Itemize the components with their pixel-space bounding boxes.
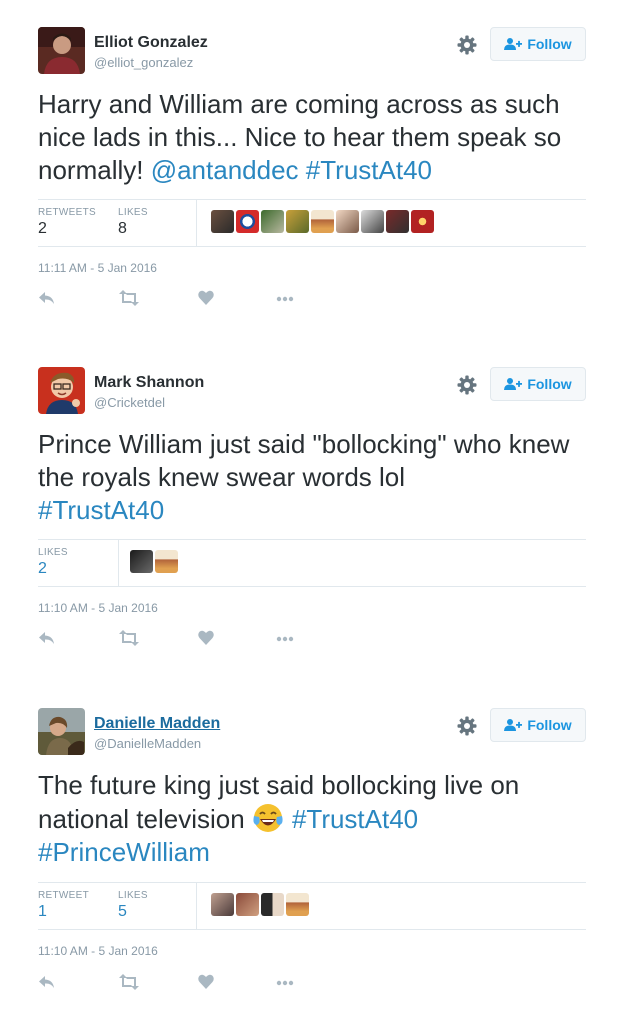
hashtag-link[interactable]: #TrustAt40 [38,495,164,525]
add-user-icon [504,719,523,731]
username[interactable]: @elliot_gonzalez [94,55,193,70]
display-name[interactable]: Mark Shannon [94,374,204,392]
gear-icon[interactable] [456,715,478,737]
heart-icon[interactable] [198,974,214,989]
retweet-icon[interactable] [118,630,140,646]
tweet-text: Prince William just said "bollocking" wh… [38,428,598,527]
liker-avatar[interactable] [261,893,284,916]
tweet-text: Harry and William are coming across as s… [38,88,598,187]
more-icon[interactable] [276,980,294,986]
tweet-text-body: Harry and William are coming across as s… [38,89,562,185]
username[interactable]: @DanielleMadden [94,736,201,751]
tweet-actions [38,974,318,994]
tweet-stats: LIKES 2 [38,539,586,587]
tweet-stats: RETWEETS 2 LIKES 8 [38,199,586,247]
divider [196,883,197,929]
liker-avatar[interactable] [261,210,284,233]
liker-avatar[interactable] [311,210,334,233]
reply-icon[interactable] [38,974,56,990]
timestamp[interactable]: 11:11 AM - 5 Jan 2016 [38,261,157,275]
follow-label: Follow [527,36,572,52]
liker-avatar[interactable] [130,550,153,573]
stat-value: 2 [38,560,47,577]
stat-label: LIKES [118,890,148,901]
avatar[interactable] [38,367,85,414]
avatar[interactable] [38,27,85,74]
liker-avatar[interactable] [336,210,359,233]
liker-avatar[interactable] [211,893,234,916]
avatar[interactable] [38,708,85,755]
retweet-count[interactable]: RETWEETS 2 [38,207,96,238]
more-icon[interactable] [276,636,294,642]
mention-link[interactable]: @antanddec [151,155,299,185]
hashtag-link[interactable]: #TrustAt40 [306,155,432,185]
follow-button[interactable]: Follow [490,27,586,61]
liker-avatars [211,893,309,916]
liker-avatar[interactable] [286,210,309,233]
liker-avatar[interactable] [236,210,259,233]
tweet-card: Elliot Gonzalez @elliot_gonzalez Follow … [0,0,624,340]
tweet-stats: RETWEET 1 LIKES 5 [38,882,586,930]
retweet-icon[interactable] [118,974,140,990]
liker-avatar[interactable] [411,210,434,233]
liker-avatars [130,550,178,573]
display-name[interactable]: Elliot Gonzalez [94,34,208,52]
retweet-icon[interactable] [118,290,140,306]
stat-label: LIKES [38,547,68,558]
divider [196,200,197,246]
laughing-tears-emoji-icon [253,804,283,832]
likes-count[interactable]: LIKES 5 [118,890,148,921]
gear-icon[interactable] [456,374,478,396]
tweet-text: The future king just said bollocking liv… [38,769,578,869]
tweet-actions [38,630,318,650]
stat-label: LIKES [118,207,148,218]
more-icon[interactable] [276,296,294,302]
hashtag-link[interactable]: #TrustAt40 [292,804,418,834]
liker-avatar[interactable] [236,893,259,916]
likes-count[interactable]: LIKES 2 [38,547,68,578]
tweet-card: Mark Shannon @Cricketdel Follow Prince W… [0,340,624,680]
display-name[interactable]: Danielle Madden [94,715,220,733]
gear-icon[interactable] [456,34,478,56]
stat-value: 5 [118,903,127,920]
liker-avatar[interactable] [286,893,309,916]
liker-avatars [211,210,434,233]
follow-button[interactable]: Follow [490,708,586,742]
stat-value: 2 [38,220,47,237]
stat-label: RETWEET [38,890,89,901]
stat-value: 8 [118,220,127,237]
tweet-actions [38,290,318,310]
tweet-text-body: Prince William just said "bollocking" wh… [38,429,570,492]
liker-avatar[interactable] [155,550,178,573]
hashtag-link[interactable]: #PrinceWilliam [38,837,210,867]
add-user-icon [504,38,523,50]
stat-value: 1 [38,903,47,920]
timestamp[interactable]: 11:10 AM - 5 Jan 2016 [38,601,158,615]
liker-avatar[interactable] [361,210,384,233]
follow-button[interactable]: Follow [490,367,586,401]
heart-icon[interactable] [198,290,214,305]
username[interactable]: @Cricketdel [94,395,165,410]
heart-icon[interactable] [198,630,214,645]
liker-avatar[interactable] [211,210,234,233]
follow-label: Follow [527,376,572,392]
tweet-card: Danielle Madden @DanielleMadden Follow T… [0,681,624,1021]
reply-icon[interactable] [38,290,56,306]
retweet-count[interactable]: RETWEET 1 [38,890,89,921]
divider [118,540,119,586]
stat-label: RETWEETS [38,207,96,218]
follow-label: Follow [527,717,572,733]
add-user-icon [504,378,523,390]
reply-icon[interactable] [38,630,56,646]
timestamp[interactable]: 11:10 AM - 5 Jan 2016 [38,944,158,958]
liker-avatar[interactable] [386,210,409,233]
likes-count[interactable]: LIKES 8 [118,207,148,238]
